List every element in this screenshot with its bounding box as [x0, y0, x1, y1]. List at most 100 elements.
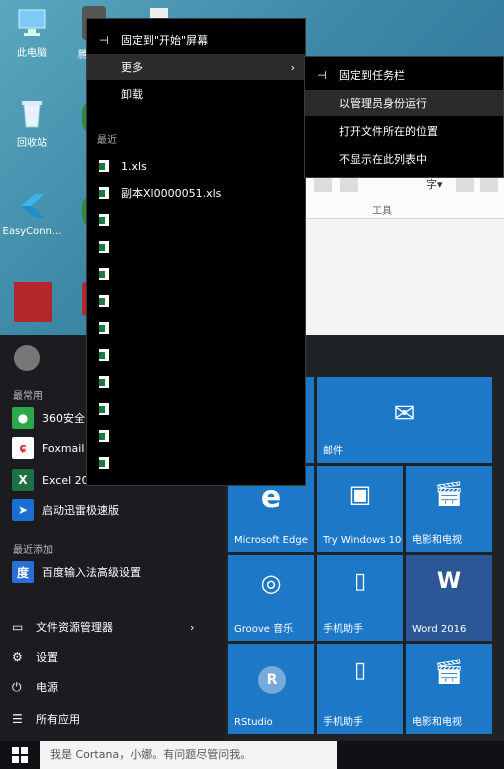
excel-file-icon [99, 187, 109, 199]
pin-icon: ⊣ [99, 33, 109, 47]
menu-item-more[interactable]: 更多 › [87, 54, 305, 80]
tile-label: Microsoft Edge [234, 535, 308, 546]
desktop-icon-easyconnect[interactable]: EasyConn... [2, 188, 62, 237]
recent-file-item[interactable] [87, 396, 305, 422]
menu-item-pin-to-start[interactable]: ⊣ 固定到"开始"屏幕 [87, 27, 305, 53]
tile-phone-assistant-2[interactable]: ▯ 手机助手 [317, 644, 403, 734]
thunder-icon: ➤ [12, 499, 34, 521]
tile-movies-2[interactable]: 🎬︎ 电影和电视 [406, 644, 492, 734]
excel-file-icon [99, 214, 109, 226]
app-label: 百度输入法高级设置 [42, 566, 141, 579]
menu-item-label: 以管理员身份运行 [339, 97, 427, 110]
app-shortcut-icon[interactable] [14, 282, 52, 322]
rstudio-icon: R [258, 666, 286, 694]
app-item-360[interactable]: ● 360安全 [12, 407, 85, 429]
menu-item-pin-to-taskbar[interactable]: ⊣ 固定到任务栏 [305, 62, 503, 88]
phone-icon: ▯ [353, 658, 367, 683]
excel-file-icon [99, 160, 109, 172]
word-icon: W [436, 569, 462, 594]
recent-file-item[interactable] [87, 315, 305, 341]
app-item-excel[interactable]: X Excel 20 [12, 469, 89, 491]
excel-file-icon [99, 268, 109, 280]
ribbon-group-label: 工具 [372, 206, 392, 217]
app-item-thunder[interactable]: ➤ 启动迅雷极速版 [12, 499, 119, 521]
file-explorer-icon: ▭ [12, 620, 24, 634]
windows-logo-icon [12, 747, 28, 763]
menu-item-open-file-location[interactable]: 打开文件所在的位置 [305, 118, 503, 144]
tile-rstudio[interactable]: R RStudio [228, 644, 314, 734]
tile-groove[interactable]: ◎ Groove 音乐 [228, 555, 314, 641]
recent-file-item[interactable] [87, 423, 305, 449]
recent-file-item[interactable]: 1.xls [87, 153, 305, 179]
desktop-icon-label: EasyConn... [2, 226, 62, 237]
recent-file-item[interactable] [87, 207, 305, 233]
avatar[interactable] [14, 345, 40, 371]
app-item-baidu-ime[interactable]: 度 百度输入法高级设置 [12, 561, 141, 583]
recent-file-label: 副本Xl0000051.xls [121, 187, 222, 200]
tile-label: 手机助手 [323, 624, 363, 635]
menu-item-hide-from-list[interactable]: 不显示在此列表中 [305, 146, 503, 172]
start-button[interactable] [0, 741, 40, 769]
tile-mail[interactable]: ✉ 邮件 [317, 377, 492, 463]
app-label: Excel 20 [42, 473, 89, 487]
easyconnect-icon [15, 188, 49, 222]
app-item-foxmail[interactable]: ɕ Foxmail [12, 437, 84, 459]
bottom-item-all-apps[interactable]: ☰ 所有应用 [12, 711, 80, 727]
excel-file-icon [99, 295, 109, 307]
recent-file-item[interactable] [87, 288, 305, 314]
cortana-search-box[interactable]: 我是 Cortana，小娜。有问题尽管问我。 [40, 741, 337, 769]
menu-item-label: 固定到"开始"屏幕 [121, 34, 209, 47]
bottom-item-label: 电源 [36, 681, 58, 694]
section-recently-added: 最近添加 [13, 545, 53, 556]
desktop-icon-recycle-bin[interactable]: 回收站 [2, 96, 62, 149]
360-icon: ● [12, 407, 34, 429]
menu-item-uninstall[interactable]: 卸载 [87, 81, 305, 107]
clapperboard-icon: 🎬︎ [433, 658, 465, 686]
desktop-icon-label: 此电脑 [17, 48, 47, 59]
ribbon-font-button[interactable]: 字▾ [426, 176, 443, 192]
tile-phone-assistant[interactable]: ▯ 手机助手 [317, 555, 403, 641]
foxmail-icon: ɕ [12, 437, 34, 459]
tile-word[interactable]: W Word 2016 [406, 555, 492, 641]
tile-label: 电影和电视 [412, 717, 462, 728]
menu-item-label: 打开文件所在的位置 [339, 125, 438, 138]
app-label: Foxmail [42, 441, 85, 455]
desktop-icon-label: 回收站 [17, 138, 47, 149]
excel-file-icon [99, 430, 109, 442]
app-label: 360安全 [42, 412, 85, 425]
recycle-bin-icon [15, 96, 49, 130]
recent-file-item[interactable] [87, 369, 305, 395]
menu-item-run-as-admin[interactable]: 以管理员身份运行 [305, 90, 503, 116]
desktop-icon-this-pc[interactable]: 此电脑 [2, 6, 62, 59]
taskbar: 我是 Cortana，小娜。有问题尽管问我。 [0, 741, 504, 769]
excel-file-icon [99, 376, 109, 388]
bottom-item-label: 文件资源管理器 [36, 621, 113, 634]
bottom-item-settings[interactable]: ⚙ 设置 [12, 649, 58, 665]
tile-movies[interactable]: 🎬︎ 电影和电视 [406, 466, 492, 552]
power-icon: ⏻ [12, 680, 22, 694]
menu-item-label: 不显示在此列表中 [339, 153, 427, 166]
file-explorer-window: 字▾ 工具 [300, 160, 504, 335]
recent-file-item[interactable] [87, 342, 305, 368]
recent-file-item[interactable] [87, 450, 305, 476]
excel-file-icon [99, 241, 109, 253]
recent-file-label: 1.xls [121, 159, 147, 173]
context-menu: ⊣ 固定到"开始"屏幕 更多 › 卸载 最近 1.xls 副本Xl0000051… [86, 18, 306, 486]
chevron-right-icon: › [290, 60, 295, 74]
bottom-item-power[interactable]: ⏻ 电源 [12, 679, 58, 695]
tile-label: 邮件 [323, 446, 343, 457]
bottom-item-file-explorer[interactable]: ▭ 文件资源管理器 › [12, 619, 212, 635]
recent-header: 最近 [97, 135, 117, 146]
mail-icon: ✉ [393, 399, 416, 429]
chevron-right-icon: › [190, 620, 195, 634]
recent-file-item[interactable] [87, 234, 305, 260]
app-label: 启动迅雷极速版 [42, 504, 119, 517]
recent-file-item[interactable]: 副本Xl0000051.xls [87, 180, 305, 206]
computer-icon [15, 6, 49, 40]
excel-file-icon [99, 322, 109, 334]
all-apps-icon: ☰ [12, 712, 23, 726]
bottom-item-label: 所有应用 [36, 713, 80, 726]
tile-try-windows[interactable]: ▣ Try Windows 10 [317, 466, 403, 552]
pin-icon: ⊣ [317, 68, 327, 82]
recent-file-item[interactable] [87, 261, 305, 287]
